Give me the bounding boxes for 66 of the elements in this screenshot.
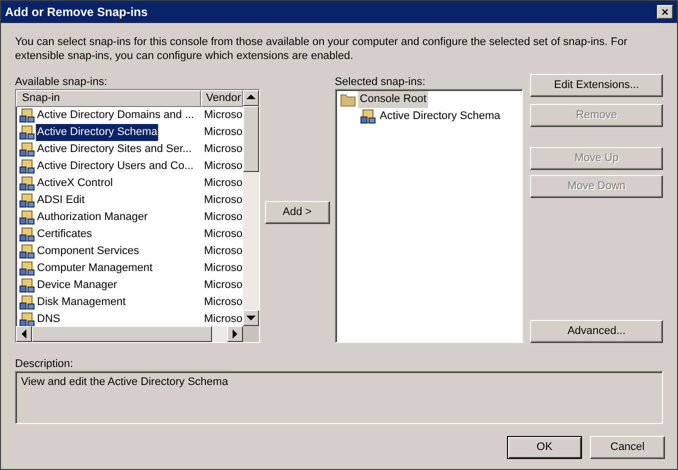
available-label: Available snap-ins:	[15, 75, 108, 88]
snap-in-icon	[19, 244, 35, 260]
snap-in-name[interactable]: Active Directory Schema	[36, 124, 158, 141]
snap-in-name[interactable]: Certificates	[36, 226, 94, 243]
folder-icon	[340, 92, 356, 106]
snap-in-icon	[19, 192, 35, 208]
scroll-thumb[interactable]	[242, 106, 259, 172]
snap-in-name[interactable]: Authorization Manager	[36, 209, 149, 226]
vertical-scrollbar[interactable]	[242, 90, 259, 326]
selected-label: Selected snap-ins:	[334, 75, 426, 88]
snap-in-icon	[19, 158, 35, 174]
snap-in-icon	[19, 176, 35, 192]
snap-in-name[interactable]: ADSI Edit	[36, 192, 86, 209]
vendor-cell-text: Microso	[203, 142, 243, 158]
scroll-left-button[interactable]	[16, 326, 32, 342]
snap-in-name[interactable]: Device Manager	[36, 277, 118, 294]
vendor-cell-text: Microso	[203, 244, 243, 260]
scroll-right-button[interactable]	[226, 326, 243, 342]
vendor-cell-text: Microso	[203, 176, 243, 192]
window-title: Add or Remove Snap-ins	[5, 4, 148, 21]
description-text: View and edit the Active Directory Schema	[21, 376, 228, 388]
snap-in-icon	[360, 108, 376, 124]
scroll-down-button[interactable]	[242, 310, 259, 326]
dialog-button[interactable]: Cancel	[590, 436, 665, 459]
column-header[interactable]: Snap-in	[16, 90, 201, 107]
vendor-cell-text: Microso	[203, 159, 243, 174]
close-button[interactable]: ×	[657, 5, 673, 19]
snap-in-icon	[19, 226, 35, 242]
snap-in-icon	[19, 142, 35, 158]
snap-in-icon	[19, 294, 35, 310]
scroll-up-button[interactable]	[242, 90, 259, 106]
column-header[interactable]: Vendor	[201, 90, 243, 107]
vendor-cell-text: Microso	[203, 312, 243, 326]
snap-in-name[interactable]: Active Directory Users and Co...	[36, 158, 194, 175]
snap-in-name[interactable]: Component Services	[36, 243, 140, 260]
snap-in-name[interactable]: DNS	[36, 311, 62, 326]
snap-in-name[interactable]: Active Directory Domains and ...	[36, 107, 196, 124]
snap-in-icon	[19, 210, 35, 226]
scrollbar-corner	[242, 326, 259, 342]
vendor-cell-text: Microso	[203, 227, 243, 242]
snap-in-name[interactable]: Active Directory Sites and Ser...	[36, 141, 193, 158]
snap-in-name[interactable]: Computer Management	[36, 260, 154, 277]
snap-in-icon	[19, 124, 35, 140]
description-label: Description:	[15, 357, 74, 370]
snap-in-icon	[19, 278, 35, 294]
snap-in-name[interactable]: ActiveX Control	[36, 175, 114, 192]
vendor-cell-text: Microso	[203, 278, 243, 294]
vendor-cell-text: Microso	[203, 295, 243, 310]
tree-item[interactable]: Active Directory Schema	[378, 108, 502, 125]
add-button[interactable]: Add >	[264, 201, 330, 224]
intro-text: You can select snap-ins for this console from those available on your computer and configure the selected set of snap-ins. For extensible snap-ins, you can configure which extensions are enabled.	[15, 35, 628, 63]
side-button[interactable]: Edit Extensions...	[530, 74, 663, 97]
snap-in-icon	[19, 260, 35, 276]
vendor-cell-text: Microso	[203, 261, 243, 276]
vendor-cell-text: Microso	[203, 125, 243, 140]
dialog-button[interactable]: OK	[507, 436, 582, 459]
scroll-thumb[interactable]	[32, 326, 212, 342]
vendor-cell-text: Microso	[203, 193, 243, 208]
snap-in-name[interactable]: Disk Management	[36, 294, 127, 311]
tree-item[interactable]: Console Root	[358, 91, 428, 108]
snap-in-icon	[19, 312, 35, 326]
vendor-cell-text: Microso	[203, 210, 243, 226]
snap-in-icon	[19, 108, 35, 124]
side-button[interactable]: Advanced...	[530, 320, 663, 343]
horizontal-scrollbar[interactable]	[16, 326, 259, 342]
vendor-cell-text: Microso	[203, 108, 243, 124]
